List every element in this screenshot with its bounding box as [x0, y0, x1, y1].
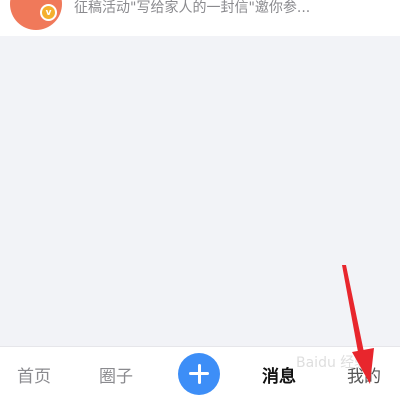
message-list-area: [0, 36, 400, 346]
add-button[interactable]: [178, 353, 220, 395]
message-list-item[interactable]: v 征稿活动"写给家人的一封信"邀你参...: [0, 0, 400, 36]
tab-home[interactable]: 首页: [0, 347, 68, 400]
vip-badge-icon: v: [40, 4, 57, 21]
tab-circle[interactable]: 圈子: [82, 347, 150, 400]
message-preview: 征稿活动"写给家人的一封信"邀你参...: [74, 0, 311, 16]
watermark: Baidu 经验: [296, 355, 369, 371]
plus-icon-vertical: [197, 364, 201, 384]
